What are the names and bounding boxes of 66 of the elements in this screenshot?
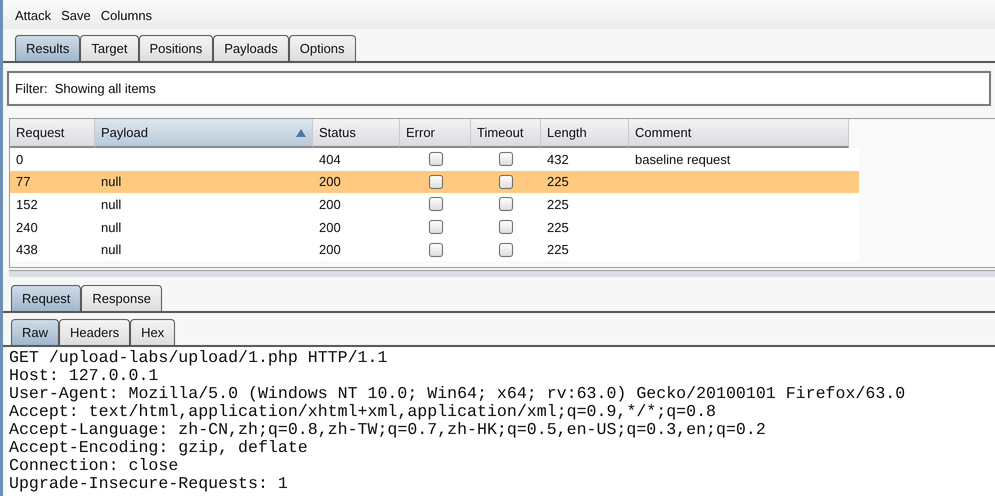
- request-line: GET /upload-labs/upload/1.php HTTP/1.1: [9, 349, 388, 367]
- tab[interactable]: Options: [288, 35, 356, 61]
- table-row[interactable]: 438 null 200 225: [10, 238, 859, 261]
- tab[interactable]: Raw: [11, 319, 60, 345]
- table-row[interactable]: 77 null 200 225: [10, 170, 859, 194]
- table-cell: 77: [16, 174, 30, 190]
- raw-request-editor[interactable]: [7, 347, 995, 496]
- tab[interactable]: Target: [80, 35, 138, 61]
- table-cell: 225: [547, 196, 569, 212]
- checkbox[interactable]: [428, 197, 442, 212]
- tab[interactable]: Response: [81, 285, 162, 311]
- table-cell: 200: [319, 174, 341, 190]
- menu-item[interactable]: Columns: [100, 8, 152, 23]
- table-cell: 225: [547, 220, 569, 235]
- table-cell: 225: [547, 242, 569, 258]
- filter-bar[interactable]: Filter: Showing all items: [7, 71, 991, 106]
- table-cell: 432: [547, 152, 569, 167]
- table-cell: 200: [319, 196, 341, 212]
- checkbox[interactable]: [499, 152, 513, 166]
- table-cell: 152: [16, 196, 38, 212]
- column-header[interactable]: Request: [10, 119, 95, 148]
- table-cell: 438: [16, 242, 38, 258]
- checkbox[interactable]: [499, 174, 513, 189]
- request-line: Upgrade-Insecure-Requests: 1: [9, 475, 289, 493]
- table-row[interactable]: 152 null 200 225: [10, 193, 859, 216]
- table-cell: 200: [319, 242, 341, 258]
- tab[interactable]: Hex: [130, 319, 176, 345]
- checkbox[interactable]: [428, 220, 442, 234]
- column-header[interactable]: Length: [541, 119, 629, 148]
- table-cell: 240: [16, 220, 38, 235]
- checkbox[interactable]: [499, 197, 513, 212]
- column-header[interactable]: Status: [313, 119, 400, 148]
- table-cell: 200: [319, 220, 341, 235]
- checkbox[interactable]: [499, 242, 513, 257]
- checkbox[interactable]: [428, 152, 442, 166]
- tab[interactable]: Payloads: [213, 35, 289, 61]
- column-header[interactable]: Comment: [629, 119, 849, 148]
- table-cell: 0: [16, 152, 24, 167]
- table-cell: null: [101, 196, 122, 212]
- column-header[interactable]: Timeout: [471, 119, 541, 148]
- tab[interactable]: Results: [15, 35, 80, 61]
- request-line: Host: 127.0.0.1: [9, 367, 160, 385]
- sort-ascending-icon: [296, 128, 306, 136]
- checkbox[interactable]: [428, 242, 442, 257]
- table-cell: 225: [547, 174, 569, 190]
- tab[interactable]: Headers: [59, 319, 130, 345]
- column-header[interactable]: Payload: [95, 119, 313, 148]
- request-line: Connection: close: [9, 457, 180, 475]
- checkbox[interactable]: [499, 220, 513, 234]
- menu-item[interactable]: Attack: [15, 8, 52, 23]
- table-row[interactable]: 0 404 432 baseline request: [10, 148, 859, 171]
- checkbox[interactable]: [428, 174, 442, 189]
- column-header[interactable]: Error: [400, 119, 471, 148]
- table-cell: null: [101, 220, 122, 235]
- request-line: Accept: text/html,application/xhtml+xml,application/xml;q=0.9,*/*;q=0.8: [9, 403, 718, 421]
- table-row[interactable]: 240 null 200 225: [10, 216, 859, 238]
- menu-item[interactable]: Save: [61, 8, 91, 23]
- tab[interactable]: Request: [11, 285, 82, 311]
- table-cell: null: [101, 174, 122, 190]
- tab[interactable]: Positions: [138, 35, 214, 61]
- request-line: User-Agent: Mozilla/5.0 (Windows NT 10.0; Win64; x64; rv:63.0) Gecko/20100101 Firefox/63.0: [9, 385, 906, 403]
- table-cell: baseline request: [635, 152, 730, 167]
- request-line: Accept-Language: zh-CN,zh;q=0.8,zh-TW;q=0.7,zh-HK;q=0.5,en-US;q=0.3,en;q=0.2: [9, 421, 767, 439]
- table-cell: null: [101, 242, 122, 258]
- table-cell: 404: [319, 152, 341, 167]
- request-line: Accept-Encoding: gzip, deflate: [9, 439, 309, 457]
